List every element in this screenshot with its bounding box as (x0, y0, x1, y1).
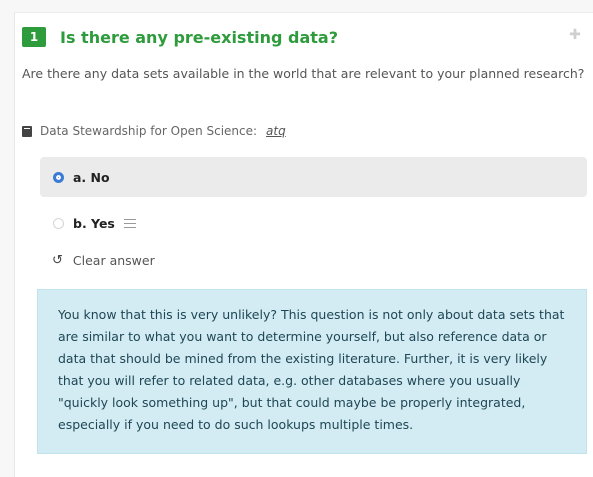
list-icon (123, 218, 136, 228)
book-icon (22, 125, 32, 137)
clear-answer-label: Clear answer (72, 253, 155, 268)
option-no[interactable]: a. No (40, 157, 587, 197)
radio-unselected[interactable] (53, 217, 64, 229)
undo-icon: ↺ (52, 253, 63, 268)
plus-icon[interactable]: ✚ (568, 28, 582, 42)
clear-answer-button[interactable]: ↺ Clear answer (52, 253, 155, 268)
info-box: You know that this is very unlikely? Thi… (37, 289, 587, 454)
option-yes[interactable]: b. Yes (40, 203, 587, 243)
resource-reference: Data Stewardship for Open Science: atq (22, 124, 286, 138)
resource-label: Data Stewardship for Open Science: (40, 124, 258, 138)
question-title: Is there any pre-existing data? (60, 27, 338, 47)
question-header: 1 Is there any pre-existing data? (22, 27, 338, 47)
option-label: b. Yes (73, 215, 115, 231)
question-number-badge: 1 (22, 27, 46, 47)
resource-link[interactable]: atq (266, 124, 286, 138)
radio-selected[interactable] (53, 171, 64, 183)
option-label: a. No (73, 169, 110, 185)
question-description: Are there any data sets available in the… (22, 66, 585, 81)
